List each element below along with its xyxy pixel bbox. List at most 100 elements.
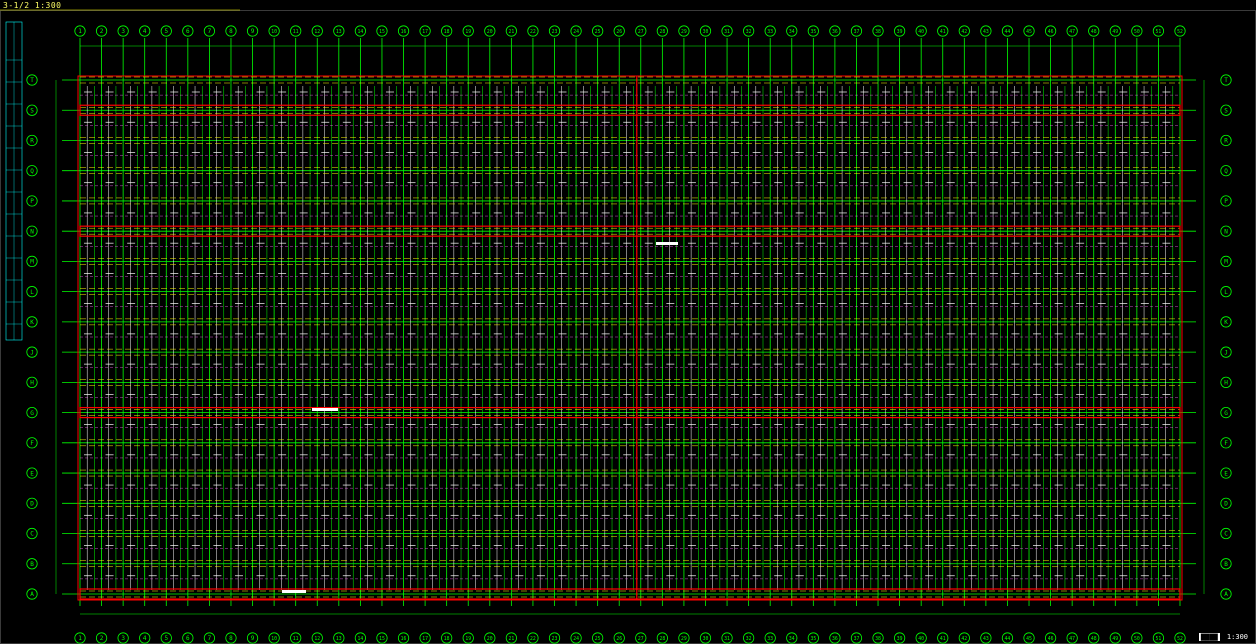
row-label: T [1224, 77, 1228, 84]
column-label: 49 [1112, 636, 1118, 642]
legend-table [5, 21, 23, 341]
column-label: 42 [961, 29, 967, 35]
column-label: 30 [703, 636, 709, 642]
column-label: 47 [1069, 636, 1075, 642]
column-label: 40 [918, 636, 924, 642]
column-label: 26 [616, 636, 622, 642]
stamp-label: ▇▇▇▇ [1198, 633, 1220, 641]
column-label: 34 [789, 29, 795, 35]
column-label: 9 [251, 635, 255, 642]
column-label: 14 [358, 29, 364, 35]
column-label: 16 [401, 29, 407, 35]
row-label: R [30, 138, 34, 145]
column-label: 32 [746, 636, 752, 642]
column-label: 30 [703, 29, 709, 35]
row-label: L [1224, 289, 1228, 296]
column-label: 24 [573, 29, 579, 35]
column-label: 37 [854, 636, 860, 642]
column-label: 16 [401, 636, 407, 642]
label-bar [656, 242, 678, 245]
column-label: 52 [1177, 636, 1183, 642]
column-label: 48 [1091, 29, 1097, 35]
column-label: 26 [616, 29, 622, 35]
structural-grid [62, 38, 1196, 606]
column-label: 48 [1091, 636, 1097, 642]
row-label: H [1224, 380, 1228, 387]
column-label: 12 [314, 29, 320, 35]
column-label: 18 [444, 29, 450, 35]
row-label: N [30, 228, 34, 235]
column-label: 12 [314, 636, 320, 642]
column-label: 13 [336, 29, 342, 35]
column-label: 31 [724, 29, 730, 35]
column-label: 25 [595, 636, 601, 642]
column-label: 11 [293, 636, 299, 642]
column-label: 35 [810, 29, 816, 35]
column-label: 29 [681, 636, 687, 642]
column-label: 39 [897, 636, 903, 642]
column-label: 20 [487, 636, 493, 642]
column-label: 23 [552, 636, 558, 642]
column-label: 20 [487, 29, 493, 35]
column-label: 6 [186, 28, 190, 35]
column-label: 31 [724, 636, 730, 642]
column-label: 38 [875, 636, 881, 642]
column-label: 8 [229, 635, 233, 642]
row-label: N [1224, 228, 1228, 235]
column-label: 2 [100, 635, 104, 642]
column-label: 18 [444, 636, 450, 642]
column-label: 7 [208, 28, 212, 35]
column-label: 49 [1112, 29, 1118, 35]
column-label: 17 [422, 29, 428, 35]
column-label: 43 [983, 636, 989, 642]
column-label: 21 [508, 636, 514, 642]
column-label: 50 [1134, 636, 1140, 642]
column-label: 46 [1048, 636, 1054, 642]
drawing-title: 3-1/2 1:300 [3, 1, 62, 10]
column-label: 45 [1026, 636, 1032, 642]
row-label: S [1224, 107, 1228, 114]
row-label: S [30, 107, 34, 114]
column-label: 9 [251, 28, 255, 35]
column-label: 15 [379, 29, 385, 35]
column-label: 42 [961, 636, 967, 642]
column-label: 25 [595, 29, 601, 35]
column-label: 27 [638, 29, 644, 35]
column-label: 28 [659, 29, 665, 35]
column-label: 47 [1069, 29, 1075, 35]
column-label: 43 [983, 29, 989, 35]
column-label: 45 [1026, 29, 1032, 35]
column-label: 34 [789, 636, 795, 642]
column-label: 6 [186, 635, 190, 642]
stamp-scale: 1:300 [1226, 633, 1248, 641]
column-label: 1 [78, 635, 82, 642]
column-label: 3 [121, 635, 125, 642]
row-label: P [1224, 198, 1228, 205]
column-label: 51 [1156, 636, 1162, 642]
column-label: 2 [100, 28, 104, 35]
column-label: 4 [143, 635, 147, 642]
row-label: A [30, 591, 34, 598]
column-label: 10 [271, 29, 277, 35]
column-label: 36 [832, 29, 838, 35]
column-label: 23 [552, 29, 558, 35]
column-label: 5 [164, 28, 168, 35]
column-label: 5 [164, 635, 168, 642]
row-label: J [30, 349, 34, 356]
row-label: C [30, 531, 34, 538]
column-label: 37 [854, 29, 860, 35]
column-label: 36 [832, 636, 838, 642]
column-label: 17 [422, 636, 428, 642]
row-label: T [30, 77, 34, 84]
column-label: 13 [336, 636, 342, 642]
column-label: 24 [573, 636, 579, 642]
column-label: 10 [271, 636, 277, 642]
cad-drawing-canvas[interactable]: 1122334455667788991010111112121313141415… [0, 0, 1256, 644]
column-label: 41 [940, 636, 946, 642]
row-label: E [30, 470, 34, 477]
column-bubbles: 1122334455667788991010111112121313141415… [74, 25, 1186, 644]
title-stamp: ▇▇▇▇ 1:300 [1198, 633, 1248, 641]
column-label: 8 [229, 28, 233, 35]
row-label: G [30, 410, 34, 417]
row-label: B [30, 561, 34, 568]
